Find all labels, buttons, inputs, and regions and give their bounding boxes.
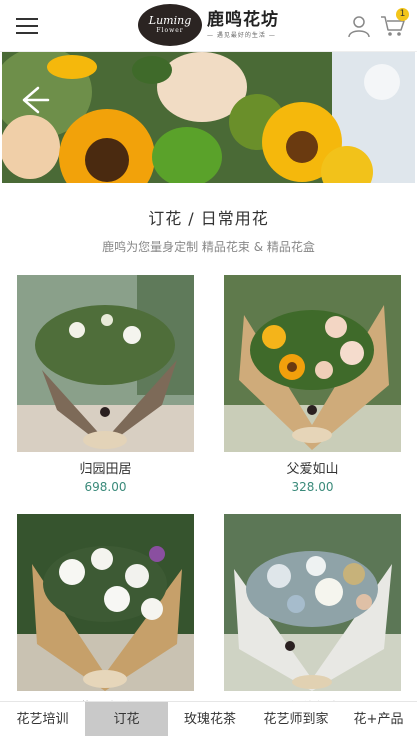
tab-order-flowers[interactable]: 订花	[85, 702, 168, 736]
product-card[interactable]: 海洋之歌	[224, 514, 401, 719]
cart-count-badge: 1	[396, 8, 409, 21]
logo-text: 鹿鸣花坊 — 遇见最好的生活 —	[207, 9, 279, 41]
tab-rose-tea[interactable]: 玫瑰花茶	[168, 702, 252, 736]
hero-banner[interactable]	[2, 52, 415, 183]
logo-badge: Luming Flower	[138, 4, 202, 46]
site-header: Luming Flower 鹿鸣花坊 — 遇见最好的生活 — 1	[0, 0, 417, 52]
section-title: 订花 / 日常用花	[148, 209, 269, 228]
product-card[interactable]: 紫玉生香	[17, 514, 194, 719]
tab-floral-training[interactable]: 花艺培训	[0, 702, 85, 736]
product-image[interactable]	[224, 514, 401, 691]
user-icon[interactable]	[347, 14, 371, 38]
bottom-nav: 花艺培训 订花 玫瑰花茶 花艺师到家 花+产品	[0, 701, 417, 736]
product-price: 698.00	[84, 480, 127, 494]
logo-badge-small: Flower	[156, 27, 184, 34]
product-name[interactable]: 父爱如山	[224, 458, 401, 477]
arrow-left-icon[interactable]	[16, 82, 52, 118]
tab-florist-home[interactable]: 花艺师到家	[252, 702, 340, 736]
product-price: 328.00	[291, 480, 334, 494]
product-image[interactable]	[17, 514, 194, 691]
banner-image	[2, 52, 415, 183]
menu-icon[interactable]	[16, 18, 38, 34]
product-image[interactable]	[17, 275, 194, 452]
tab-flower-products[interactable]: 花+产品	[340, 702, 417, 736]
product-card[interactable]: 父爱如山 328.00	[224, 275, 401, 494]
product-image[interactable]	[224, 275, 401, 452]
brand-name: 鹿鸣花坊	[207, 10, 279, 30]
product-card[interactable]: 归园田居 698.00	[17, 275, 194, 494]
section-subtitle: 鹿鸣为您量身定制 精品花束 & 精品花盒	[102, 240, 315, 254]
product-name[interactable]: 归园田居	[17, 458, 194, 477]
logo[interactable]: Luming Flower 鹿鸣花坊 — 遇见最好的生活 —	[138, 3, 279, 47]
logo-badge-script: Luming	[148, 14, 192, 27]
brand-slogan: — 遇见最好的生活 —	[207, 32, 276, 39]
